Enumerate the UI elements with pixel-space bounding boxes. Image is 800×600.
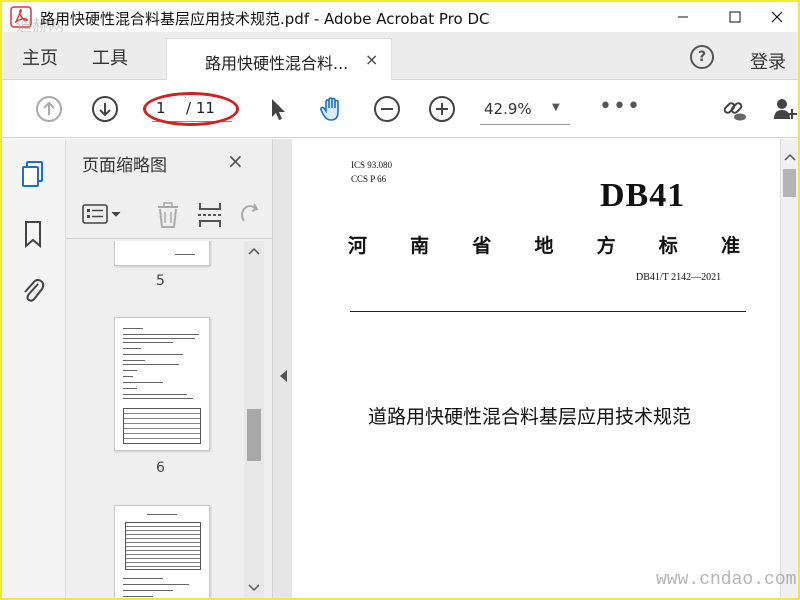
nav-bar: 主页 工具 路用快硬性混合料... × ? 登录 xyxy=(2,32,798,80)
province-char: 河 xyxy=(348,235,368,257)
add-user-icon[interactable] xyxy=(772,95,798,123)
thumbnail-list: 5 6 xyxy=(66,241,244,598)
options-icon[interactable] xyxy=(82,203,126,227)
thumbnail-label: 5 xyxy=(156,273,165,289)
thumbnail-page-5[interactable] xyxy=(114,241,210,266)
app-window: 迪赫网 路用快硬性混合料基层应用技术规范.pdf - Adobe Acrobat… xyxy=(2,2,798,598)
help-icon[interactable]: ? xyxy=(690,45,714,69)
close-button[interactable] xyxy=(754,2,798,32)
next-page-icon[interactable] xyxy=(91,95,119,123)
panel-collapse-handle[interactable] xyxy=(272,139,292,598)
document-scroll-thumb[interactable] xyxy=(783,169,796,197)
scroll-up-icon[interactable] xyxy=(248,247,260,255)
rotate-icon[interactable] xyxy=(236,201,264,229)
login-button[interactable]: 登录 xyxy=(750,48,786,74)
prev-page-icon[interactable] xyxy=(35,95,63,123)
select-cursor-icon[interactable] xyxy=(264,95,292,123)
province-char: 标 xyxy=(658,235,678,257)
document-heading: 道路用快硬性混合料基层应用技术规范 xyxy=(368,406,692,428)
thumbnail-scroll-thumb[interactable] xyxy=(247,409,261,461)
watermark-bottom-right: www.cndao.com xyxy=(656,570,797,590)
thumbnail-toolbar xyxy=(66,189,272,239)
maximize-button[interactable] xyxy=(712,2,758,32)
ics-code: ICS 93.080 xyxy=(351,160,393,170)
thumbnail-scrollbar[interactable] xyxy=(244,241,264,598)
zoom-out-icon[interactable] xyxy=(373,95,401,123)
zoom-underline xyxy=(480,124,570,125)
bookmark-icon[interactable] xyxy=(19,219,47,249)
thumbnail-label: 6 xyxy=(156,460,165,476)
close-icon xyxy=(771,11,783,23)
document-divider xyxy=(350,311,746,312)
province-char: 省 xyxy=(472,235,492,257)
thumbnail-page-7[interactable] xyxy=(114,505,210,598)
document-view[interactable]: ICS 93.080 CCS P 66 DB41 河 南 省 地 方 标 准 D… xyxy=(292,139,780,598)
province-char: 准 xyxy=(720,235,740,257)
toolbar: 1 / 11 42.9% ▼ ••• xyxy=(2,80,798,138)
province-char: 地 xyxy=(534,235,554,257)
province-standard-title: 河 南 省 地 方 标 准 xyxy=(348,231,740,258)
thumbnail-panel: 页面缩略图 × 5 6 xyxy=(66,139,272,598)
standard-mark: DB41 xyxy=(600,177,686,214)
hand-tool-icon[interactable] xyxy=(318,95,346,123)
maximize-icon xyxy=(729,11,741,23)
minimize-icon xyxy=(678,16,688,18)
province-char: 方 xyxy=(596,235,616,257)
tab-tools[interactable]: 工具 xyxy=(92,44,128,70)
zoom-in-icon[interactable] xyxy=(428,95,456,123)
thumbnail-panel-close-icon[interactable]: × xyxy=(227,149,244,173)
left-navigation-strip xyxy=(2,139,66,598)
document-tab-close-icon[interactable]: × xyxy=(365,50,378,69)
share-link-icon[interactable] xyxy=(720,95,748,123)
scroll-up-icon[interactable] xyxy=(784,153,796,161)
zoom-dropdown-icon[interactable]: ▼ xyxy=(552,102,560,113)
minimize-button[interactable] xyxy=(660,2,706,32)
thumbnail-panel-title: 页面缩略图 xyxy=(82,156,167,176)
scroll-down-icon[interactable] xyxy=(248,584,260,592)
thumbnails-icon[interactable] xyxy=(19,159,47,189)
more-tools-button[interactable]: ••• xyxy=(599,94,641,119)
thumbnail-page-6[interactable] xyxy=(114,317,210,451)
document-scrollbar[interactable] xyxy=(780,139,798,598)
tab-document[interactable]: 路用快硬性混合料... × xyxy=(166,38,392,80)
attachment-icon[interactable] xyxy=(19,275,47,305)
standard-number: DB41/T 2142—2021 xyxy=(636,272,722,283)
collapse-arrow-icon xyxy=(280,370,287,382)
ccs-code: CCS P 66 xyxy=(351,174,387,184)
window-title: 路用快硬性混合料基层应用技术规范.pdf - Adobe Acrobat Pro… xyxy=(40,10,490,28)
red-highlight-ellipse xyxy=(143,92,239,126)
province-char: 南 xyxy=(410,235,430,257)
insert-page-icon[interactable] xyxy=(196,201,224,229)
tab-home[interactable]: 主页 xyxy=(22,44,58,70)
delete-icon[interactable] xyxy=(154,201,182,229)
zoom-level[interactable]: 42.9% xyxy=(484,100,532,118)
title-bar: 迪赫网 路用快硬性混合料基层应用技术规范.pdf - Adobe Acrobat… xyxy=(2,2,798,35)
document-tab-label: 路用快硬性混合料... xyxy=(205,54,349,73)
